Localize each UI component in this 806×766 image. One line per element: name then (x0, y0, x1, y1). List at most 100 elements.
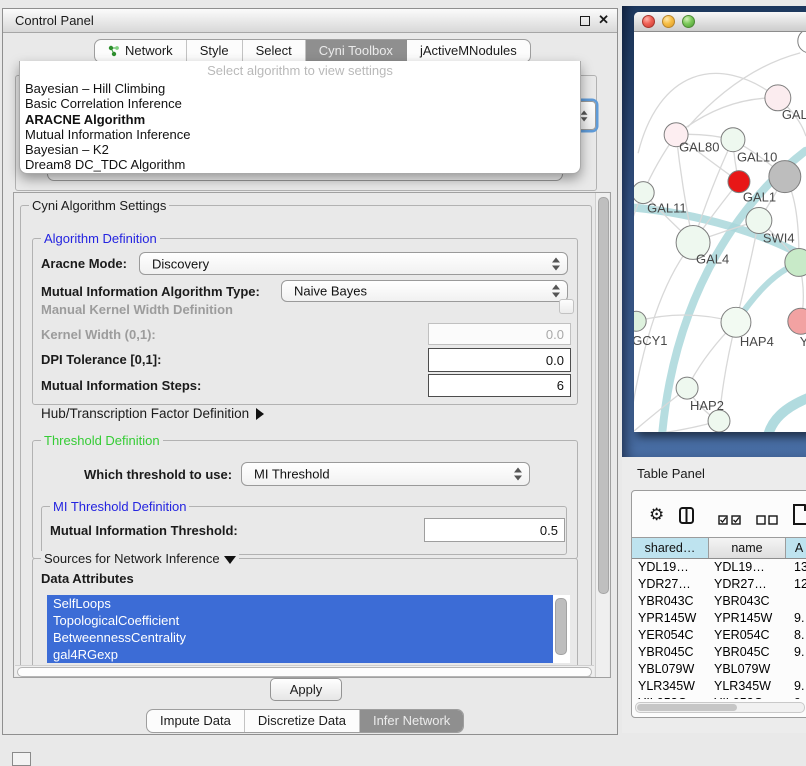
tab-select[interactable]: Select (243, 40, 306, 62)
columns-icon[interactable] (679, 507, 694, 529)
aracne-mode-select[interactable]: Discovery (139, 252, 568, 275)
table-cell: 9 (786, 695, 806, 699)
network-node[interactable] (798, 32, 806, 53)
table-cell: YER054C (632, 627, 709, 644)
list-scrollbar-thumb[interactable] (555, 598, 567, 655)
data-attributes-label: Data Attributes (41, 571, 134, 586)
algorithm-option-dream8-dc-tdc-algorithm[interactable]: Dream8 DC_TDC Algorithm (20, 157, 580, 172)
table-panel: Table Panel ⚙ shared…nameA YDL19…YDL19…1… (622, 457, 806, 733)
gear-icon[interactable]: ⚙ (649, 505, 664, 525)
which-threshold-value: MI Threshold (254, 467, 330, 482)
tab-network[interactable]: Network (95, 40, 187, 62)
tab-impute-data[interactable]: Impute Data (147, 710, 245, 732)
algorithm-option-mutual-information-inference[interactable]: Mutual Information Inference (20, 127, 580, 142)
algorithm-option-bayesian-k2[interactable]: Bayesian – K2 (20, 142, 580, 157)
close-window-icon[interactable] (642, 15, 655, 28)
which-threshold-label: Which threshold to use: (84, 467, 232, 482)
table-cell: YBL079W (709, 661, 786, 678)
tab-cyni-toolbox[interactable]: Cyni Toolbox (306, 40, 407, 62)
bottom-tab-bar: Impute Data Discretize Data Infer Network (146, 709, 464, 733)
tab-jactivemnodules[interactable]: jActiveMNodules (407, 40, 530, 62)
attribute-item-betweennesscentrality[interactable]: BetweennessCentrality (47, 629, 553, 646)
attribute-item-selfloops[interactable]: SelfLoops (47, 595, 553, 612)
table-row[interactable]: YBR043CYBR043C (632, 593, 806, 610)
tab-label: Style (200, 40, 229, 62)
network-node[interactable] (785, 248, 806, 276)
scrollbar-thumb[interactable] (17, 667, 592, 677)
tab-infer-network[interactable]: Infer Network (360, 710, 463, 732)
attribute-item-gal4rgexp[interactable]: gal4RGexp (47, 646, 553, 663)
algorithm-option-bayesian-hill-climbing[interactable]: Bayesian – Hill Climbing (20, 81, 580, 96)
table-cell: YIL052C (632, 695, 709, 699)
network-node-hap4[interactable] (721, 307, 751, 337)
sources-expander[interactable]: Sources for Network Inference (41, 551, 239, 566)
table-row[interactable]: YIL052CYIL052C9 (632, 695, 806, 699)
float-panel-icon[interactable] (580, 16, 590, 26)
table-cell (786, 661, 806, 678)
table-cell: 9. (786, 678, 806, 695)
node-label-gal4: GAL4 (696, 251, 729, 266)
apply-button[interactable]: Apply (270, 678, 342, 701)
table-row[interactable]: YER054CYER054C8. (632, 627, 806, 644)
table-body: YDL19…YDL19…13YDR27…YDR27…12YBR043CYBR04… (632, 559, 806, 699)
table-cell: YLR345W (709, 678, 786, 695)
network-window-titlebar[interactable] (634, 12, 806, 32)
table-row[interactable]: YLR345WYLR345W9. (632, 678, 806, 695)
network-edge[interactable] (634, 421, 719, 432)
table-row[interactable]: YDR27…YDR27…12 (632, 576, 806, 593)
table-row[interactable]: YDL19…YDL19…13 (632, 559, 806, 576)
hide-columns-icon[interactable] (756, 512, 778, 530)
group-title: Cyni Algorithm Settings (29, 198, 169, 213)
table-cell: YPR145W (632, 610, 709, 627)
settings-vertical-scrollbar[interactable] (595, 193, 609, 677)
column-header-name[interactable]: name (709, 538, 786, 558)
attribute-item-topologicalcoefficient[interactable]: TopologicalCoefficient (47, 612, 553, 629)
node-label-swi4: SWI4 (763, 230, 795, 245)
dpi-tolerance-field[interactable]: 0.0 (428, 348, 571, 372)
zoom-window-icon[interactable] (682, 15, 695, 28)
table-cell: 8. (786, 627, 806, 644)
mi-threshold-field[interactable]: 0.5 (424, 518, 565, 542)
threshold-definition-group: Threshold Definition Which threshold to … (32, 440, 578, 559)
export-table-icon[interactable] (792, 504, 806, 530)
network-node-y[interactable] (788, 308, 806, 334)
hub-definition-expander[interactable]: Hub/Transcription Factor Definition (41, 406, 264, 421)
algorithm-dropdown-list: Bayesian – Hill ClimbingBasic Correlatio… (20, 81, 580, 173)
network-edge[interactable] (768, 398, 806, 432)
tab-discretize-data[interactable]: Discretize Data (245, 710, 360, 732)
mi-steps-field[interactable]: 6 (428, 374, 571, 397)
minimize-window-icon[interactable] (662, 15, 675, 28)
network-node-gcy1[interactable] (634, 311, 646, 331)
column-header-a[interactable]: A (786, 538, 806, 558)
network-node[interactable] (769, 161, 801, 193)
which-threshold-select[interactable]: MI Threshold (241, 462, 530, 486)
settings-horizontal-scrollbar[interactable] (15, 665, 594, 676)
table-cell: 9. (786, 644, 806, 661)
table-cell: YDL19… (632, 559, 709, 576)
network-node[interactable] (708, 410, 730, 432)
network-canvas[interactable]: GALGAL80GAL10GAL1GAL11SWI4GAL4GCY1HAP4YH… (634, 32, 806, 432)
table-row[interactable]: YBR045CYBR045C9. (632, 644, 806, 661)
scrollbar-thumb[interactable] (637, 704, 737, 711)
manual-kernel-width-checkbox[interactable] (559, 299, 574, 314)
algorithm-option-aracne-algorithm[interactable]: ARACNE Algorithm (20, 112, 580, 127)
network-node-hap2[interactable] (676, 377, 698, 399)
network-node-gal10[interactable] (721, 128, 745, 152)
table-row[interactable]: YBL079WYBL079W (632, 661, 806, 678)
manual-kernel-width-label: Manual Kernel Width Definition (41, 302, 233, 317)
mi-algorithm-type-select[interactable]: Naive Bayes (281, 280, 568, 302)
algorithm-option-basic-correlation-inference[interactable]: Basic Correlation Inference (20, 96, 580, 111)
column-header-shared[interactable]: shared… (632, 538, 709, 558)
kernel-width-field[interactable]: 0.0 (428, 323, 571, 345)
tab-style[interactable]: Style (187, 40, 243, 62)
table-horizontal-scrollbar[interactable] (635, 702, 805, 713)
bottom-left-widget[interactable] (12, 752, 31, 766)
close-panel-icon[interactable]: ✕ (598, 12, 609, 28)
hub-definition-label: Hub/Transcription Factor Definition (41, 406, 249, 421)
show-checked-columns-icon[interactable] (718, 512, 742, 530)
data-attributes-list[interactable]: SelfLoopsTopologicalCoefficientBetweenne… (47, 595, 570, 663)
algorithm-dropdown[interactable]: Select algorithm to view settings Bayesi… (19, 61, 581, 174)
table-row[interactable]: YPR145WYPR145W9. (632, 610, 806, 627)
tab-label: Discretize Data (258, 710, 346, 732)
scrollbar-thumb[interactable] (598, 197, 609, 594)
